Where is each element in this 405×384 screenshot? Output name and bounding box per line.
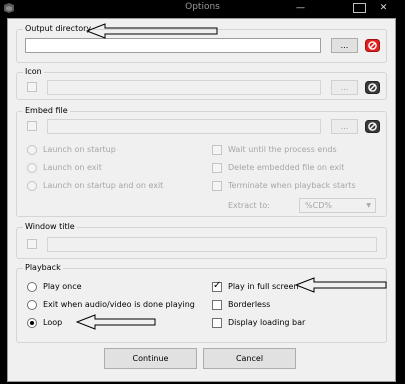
icon-clear-button[interactable] — [365, 81, 380, 94]
embed-file-browse-button[interactable]: ... — [331, 119, 358, 134]
display-loading-bar-checkbox[interactable] — [212, 318, 222, 328]
embed-file-enable-checkbox[interactable] — [27, 121, 37, 131]
loop-label: Loop — [43, 318, 63, 327]
window-title-field[interactable] — [47, 237, 377, 252]
minimize-button[interactable]: — — [294, 3, 307, 13]
cancel-button[interactable]: Cancel — [203, 348, 296, 369]
embed-file-title: Embed file — [23, 106, 70, 116]
extract-to-value: %CD% — [305, 201, 332, 210]
close-button[interactable]: ✕ — [377, 3, 390, 13]
wait-process-ends-label: Wait until the process ends — [228, 145, 337, 154]
embed-file-group: Embed file ... Launch on startup Launch … — [16, 106, 387, 217]
icon-enable-checkbox[interactable] — [27, 82, 37, 92]
no-entry-icon — [365, 81, 380, 94]
play-full-screen-label: Play in full screen — [228, 282, 299, 291]
launch-on-exit-label: Launch on exit — [43, 163, 102, 172]
embed-file-path-field[interactable] — [47, 119, 321, 134]
launch-on-startup-and-exit-radio[interactable] — [27, 181, 37, 191]
annotation-arrow-output — [86, 23, 218, 39]
icon-browse-button[interactable]: ... — [331, 80, 358, 95]
embed-file-clear-button[interactable] — [365, 120, 380, 133]
launch-on-startup-and-exit-label: Launch on startup and on exit — [43, 181, 164, 190]
loop-radio[interactable] — [27, 318, 37, 328]
launch-on-startup-radio[interactable] — [27, 145, 37, 155]
terminate-playback-checkbox[interactable] — [212, 181, 222, 191]
wait-process-ends-checkbox[interactable] — [212, 145, 222, 155]
window-title-group-title: Window title — [23, 222, 77, 232]
play-once-label: Play once — [43, 282, 82, 291]
window-title-enable-checkbox[interactable] — [27, 239, 37, 249]
no-entry-icon — [365, 39, 380, 52]
loop-radio-selected-dot — [30, 321, 34, 325]
borderless-checkbox[interactable] — [212, 300, 222, 310]
launch-on-exit-radio[interactable] — [27, 163, 37, 173]
delete-embedded-file-label: Delete embedded file on exit — [228, 163, 345, 172]
annotation-arrow-fullscreen — [295, 277, 387, 293]
launch-on-startup-label: Launch on startup — [43, 145, 116, 154]
no-entry-icon — [365, 120, 380, 133]
play-once-radio[interactable] — [27, 282, 37, 292]
checkmark-icon: ✓ — [213, 280, 222, 291]
output-directory-field[interactable] — [25, 38, 321, 53]
output-directory-clear-button[interactable] — [365, 39, 380, 52]
icon-group-title: Icon — [23, 67, 44, 77]
exit-when-done-radio[interactable] — [27, 300, 37, 310]
dialog-body: Output directory ... Icon ... Embed file — [7, 18, 396, 382]
chevron-down-icon: ▼ — [366, 202, 371, 209]
playback-title: Playback — [23, 263, 63, 273]
play-full-screen-checkbox[interactable]: ✓ — [212, 280, 222, 292]
exit-when-done-label: Exit when audio/video is done playing — [43, 300, 195, 309]
icon-group: Icon ... — [16, 67, 387, 100]
title-bar[interactable]: Options — ✕ — [0, 0, 405, 16]
window-title: Options — [185, 2, 220, 12]
extract-to-label: Extract to: — [228, 201, 270, 210]
extract-to-select[interactable]: %CD% ▼ — [299, 198, 376, 213]
output-directory-title: Output directory — [23, 24, 94, 34]
continue-button[interactable]: Continue — [104, 348, 197, 369]
output-directory-browse-button[interactable]: ... — [331, 38, 358, 53]
display-loading-bar-label: Display loading bar — [228, 318, 306, 327]
window-title-group: Window title — [16, 222, 387, 259]
terminate-playback-label: Terminate when playback starts — [228, 181, 356, 190]
annotation-arrow-loop — [76, 314, 156, 330]
icon-path-field[interactable] — [47, 80, 321, 95]
borderless-label: Borderless — [228, 300, 271, 309]
delete-embedded-file-checkbox[interactable] — [212, 163, 222, 173]
options-window: Options — ✕ Output directory ... Icon ..… — [0, 0, 405, 384]
maximize-button[interactable] — [353, 3, 366, 13]
